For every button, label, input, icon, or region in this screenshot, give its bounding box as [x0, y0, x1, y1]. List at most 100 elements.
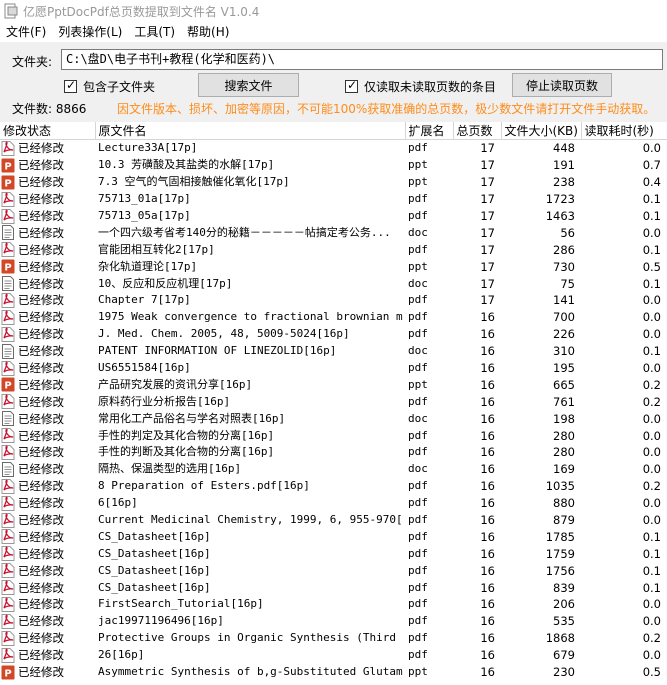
table-row[interactable]: 已经修改 CS_Datasheet[16p] pdf 16 1785 0.1 [0, 528, 667, 545]
time-cell: 0.1 [642, 580, 661, 595]
table-row[interactable]: 已经修改 Lecture33A[17p] pdf 17 448 0.0 [0, 140, 667, 157]
table-row[interactable]: 已经修改 10、反应和反应机理[17p] doc 17 75 0.1 [0, 275, 667, 292]
col-header-status[interactable]: 修改状态 [0, 122, 96, 140]
include-subfolders-checkbox[interactable]: 包含子文件夹 [64, 78, 155, 95]
time-cell: 0.0 [642, 513, 661, 528]
time-cell: 0.1 [642, 344, 661, 359]
status-text: 已经修改 [18, 377, 64, 392]
ext-cell: pdf [408, 209, 428, 222]
time-cell: 0.1 [642, 529, 661, 544]
checkbox-checked-icon [345, 78, 358, 93]
table-row[interactable]: 已经修改 75713_01a[17p] pdf 17 1723 0.1 [0, 191, 667, 208]
time-cell: 0.1 [642, 546, 661, 561]
table-row[interactable]: 已经修改 Current Medicinal Chemistry, 1999, 6… [0, 512, 667, 529]
time-cell: 0.0 [642, 411, 661, 426]
table-row[interactable]: P 已经修改 10.3 芳磺酸及其盐类的水解[17p] ppt 17 191 0.7 [0, 157, 667, 174]
table-row[interactable]: 已经修改 26[16p] pdf 16 679 0.0 [0, 647, 667, 664]
status-cell: 已经修改 [0, 495, 95, 512]
status-cell: 已经修改 [0, 528, 95, 545]
file-list[interactable]: 修改状态 原文件名 扩展名 总页数 文件大小(KB) 读取耗时(秒) 已经修改 L… [0, 122, 667, 685]
svg-text:P: P [4, 263, 11, 274]
status-text: 已经修改 [18, 546, 64, 561]
filename-cell: 隔热、保温类型的选用[16p] [98, 462, 242, 476]
table-row[interactable]: 已经修改 官能团相互转化2[17p] pdf 17 286 0.1 [0, 241, 667, 258]
ext-cell: pdf [408, 445, 428, 459]
pdf-file-icon [1, 495, 15, 511]
table-row[interactable]: 已经修改 jac19971196496[16p] pdf 16 535 0.0 [0, 613, 667, 630]
table-row[interactable]: 已经修改 原料药行业分析报告[16p] pdf 16 761 0.2 [0, 393, 667, 410]
table-row[interactable]: 已经修改 8 Preparation of Esters.pdf[16p] pdf 1… [0, 478, 667, 495]
table-row[interactable]: 已经修改 CS_Datasheet[16p] pdf 16 1759 0.1 [0, 545, 667, 562]
pages-cell: 16 [480, 648, 495, 663]
table-row[interactable]: 已经修改 75713_05a[17p] pdf 17 1463 0.1 [0, 208, 667, 225]
status-cell: 已经修改 [0, 647, 95, 664]
col-header-ext[interactable]: 扩展名 [405, 122, 454, 140]
table-row[interactable]: P 已经修改 产品研究发展的资讯分享[16p] ppt 16 665 0.2 [0, 376, 667, 393]
col-header-time[interactable]: 读取耗时(秒) [581, 122, 667, 140]
filename-cell: 常用化工产品俗名与学名对照表[16p] [98, 411, 286, 425]
pages-cell: 16 [480, 479, 495, 494]
app-icon [4, 3, 18, 19]
filename-cell: Protective Groups in Organic Synthesis (… [98, 631, 405, 645]
filename-cell: 手性的判定及其化合物的分离[16p] [98, 428, 275, 442]
table-row[interactable]: 已经修改 手性的判定及其化合物的分离[16p] pdf 16 280 0.0 [0, 427, 667, 444]
table-row[interactable]: P 已经修改 杂化轨道理论[17p] ppt 17 730 0.5 [0, 258, 667, 275]
folder-label: 文件夹: [12, 55, 53, 69]
folder-path-input[interactable]: C:\盘D\电子书刊+教程(化学和医药)\ [61, 49, 663, 70]
time-cell: 0.1 [642, 563, 661, 578]
status-cell: 已经修改 [0, 208, 95, 225]
status-text: 已经修改 [18, 225, 64, 240]
only-unread-checkbox[interactable]: 仅读取未读取页数的条目 [345, 78, 496, 95]
pdf-file-icon [1, 647, 15, 663]
table-row[interactable]: 已经修改 常用化工产品俗名与学名对照表[16p] doc 16 198 0.0 [0, 410, 667, 427]
stop-reading-button[interactable]: 停止读取页数 [512, 73, 612, 97]
checkbox-checked-icon [64, 78, 77, 93]
table-row[interactable]: 已经修改 Protective Groups in Organic Synthes… [0, 630, 667, 647]
pages-cell: 16 [480, 327, 495, 342]
status-cell: 已经修改 [0, 478, 95, 495]
filename-cell: 一个四六级考省考140分的秘籍－－－－－帖搞定考公务... [98, 225, 391, 239]
menu-tools[interactable]: 工具(T) [128, 22, 181, 42]
table-row[interactable]: 已经修改 CS_Datasheet[16p] pdf 16 839 0.1 [0, 579, 667, 596]
status-text: 已经修改 [18, 563, 64, 578]
table-row[interactable]: P 已经修改 Asymmetric Synthesis of b,g-Substit… [0, 664, 667, 681]
col-header-filename[interactable]: 原文件名 [95, 122, 406, 140]
pages-cell: 16 [480, 411, 495, 426]
col-header-pages[interactable]: 总页数 [453, 122, 502, 140]
pages-cell: 16 [480, 665, 495, 680]
filename-cell: CS_Datasheet[16p] [98, 580, 211, 594]
col-header-size[interactable]: 文件大小(KB) [501, 122, 582, 140]
pages-cell: 17 [480, 276, 495, 291]
status-cell: 已经修改 [0, 224, 95, 241]
pages-cell: 16 [480, 614, 495, 629]
table-row[interactable]: 已经修改 FirstSearch_Tutorial[16p] pdf 16 206 0.0 [0, 596, 667, 613]
status-cell: 已经修改 [0, 545, 95, 562]
ppt-file-icon: P [1, 665, 15, 680]
table-row[interactable]: 已经修改 PATENT INFORMATION OF LINEZOLID[16p]… [0, 343, 667, 360]
time-cell: 0.0 [642, 462, 661, 477]
table-row[interactable]: 已经修改 1975 Weak convergence to fractional … [0, 309, 667, 326]
size-cell: 141 [553, 293, 575, 308]
size-cell: 448 [553, 141, 575, 156]
table-row[interactable]: 已经修改 US6551584[16p] pdf 16 195 0.0 [0, 360, 667, 377]
menu-help[interactable]: 帮助(H) [181, 22, 235, 42]
table-row[interactable]: 已经修改 Chapter 7[17p] pdf 17 141 0.0 [0, 292, 667, 309]
status-cell: 已经修改 [0, 292, 95, 309]
time-cell: 0.2 [642, 631, 661, 646]
status-cell: P 已经修改 [0, 157, 95, 174]
menu-file[interactable]: 文件(F) [0, 22, 52, 42]
filename-cell: 手性的判断及其化合物的分离[16p] [98, 445, 275, 459]
table-row[interactable]: 已经修改 一个四六级考省考140分的秘籍－－－－－帖搞定考公务... doc 17 56… [0, 224, 667, 241]
pdf-file-icon [1, 309, 15, 325]
table-row[interactable]: 已经修改 6[16p] pdf 16 880 0.0 [0, 495, 667, 512]
table-row[interactable]: 已经修改 手性的判断及其化合物的分离[16p] pdf 16 280 0.0 [0, 444, 667, 461]
search-files-button[interactable]: 搜索文件 [198, 73, 299, 97]
time-cell: 0.0 [642, 361, 661, 376]
table-row[interactable]: P 已经修改 7.3 空气的气固相接触催化氧化[17p] ppt 17 238 0.4 [0, 174, 667, 191]
table-row[interactable]: 已经修改 J. Med. Chem. 2005, 48, 5009-5024[16… [0, 326, 667, 343]
filename-cell: CS_Datasheet[16p] [98, 563, 211, 577]
status-text: 已经修改 [18, 276, 64, 291]
menu-list-ops[interactable]: 列表操作(L) [52, 22, 128, 42]
table-row[interactable]: 已经修改 CS_Datasheet[16p] pdf 16 1756 0.1 [0, 562, 667, 579]
table-row[interactable]: 已经修改 隔热、保温类型的选用[16p] doc 16 169 0.0 [0, 461, 667, 478]
